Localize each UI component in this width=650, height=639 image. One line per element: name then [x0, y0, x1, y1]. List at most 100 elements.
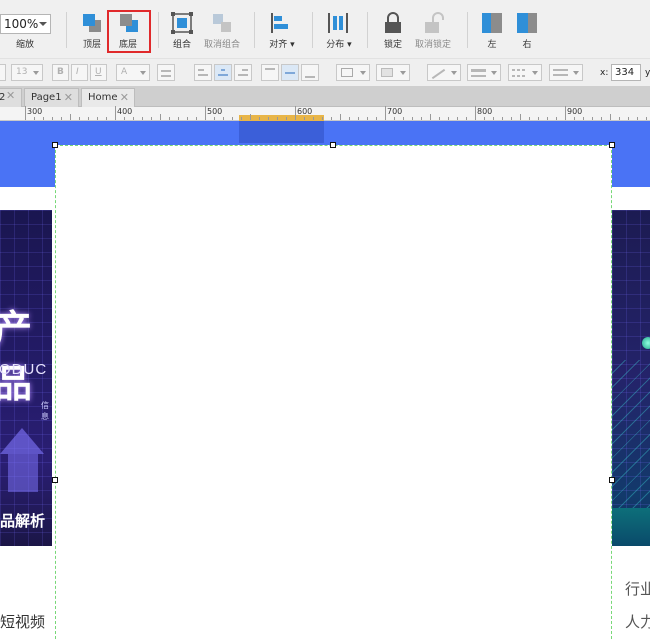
ruler-minor-tick: [367, 117, 368, 120]
ruler-major-tick: [475, 106, 476, 120]
ruler-label: 400: [117, 107, 133, 116]
close-icon[interactable]: ✕: [6, 89, 15, 102]
valign-middle-button[interactable]: [281, 64, 299, 81]
underline-icon: U: [95, 67, 102, 77]
align-text-left-button[interactable]: [194, 64, 212, 81]
ruler-minor-tick: [457, 117, 458, 120]
arrow-style-select[interactable]: [549, 64, 583, 81]
toolbar-divider: [66, 12, 67, 48]
line-style-select[interactable]: [508, 64, 542, 81]
ruler-minor-tick: [331, 117, 332, 120]
align-text-right-button[interactable]: [234, 64, 252, 81]
text-align-center-icon: [221, 69, 225, 71]
ruler-minor-tick: [196, 117, 197, 120]
banner-image-left: 产品 ODUC 信息 品解析: [0, 210, 52, 546]
text-align-left-icon: [198, 69, 204, 71]
text-align-left-icon: [198, 74, 208, 76]
banner-arrow-graphic: [0, 428, 44, 454]
toolbar-divider: [254, 12, 255, 48]
font-size-select[interactable]: 13: [11, 64, 43, 81]
ruler-minor-tick: [304, 117, 305, 120]
distribute-icon: [328, 13, 348, 33]
bullet-list-icon: [161, 70, 171, 72]
resize-handle-top[interactable]: [330, 142, 336, 148]
distribute-label: 分布 ▾: [326, 40, 352, 50]
design-canvas[interactable]: 产品 ODUC 信息 品解析 短视频 行业 人力: [0, 121, 650, 639]
font-color-select[interactable]: A: [116, 64, 150, 81]
bullet-list-button[interactable]: [157, 64, 175, 81]
ruler-minor-tick: [34, 117, 35, 120]
tab-home[interactable]: Home ✕: [81, 88, 135, 107]
content-text-right-2: 人力: [625, 613, 650, 631]
ruler-minor-tick: [412, 117, 413, 120]
x-coordinate-input[interactable]: 334: [611, 64, 641, 81]
close-icon[interactable]: ✕: [120, 89, 129, 106]
page-tab-bar: 2 Page1 ✕ Home ✕: [0, 86, 650, 107]
banner-caption: 信息: [41, 401, 49, 421]
underline-button[interactable]: U: [90, 64, 107, 81]
ruler-label: 700: [387, 107, 403, 116]
banner-subtitle: 品解析: [0, 512, 46, 530]
font-family-select[interactable]: [0, 64, 6, 81]
ruler-minor-tick: [628, 117, 629, 120]
tab-page1[interactable]: Page1 ✕: [24, 88, 79, 107]
arrow-style-icon: [553, 74, 568, 76]
banner-image-right: [612, 210, 650, 546]
selected-rectangle[interactable]: [55, 145, 612, 639]
ruler-minor-tick: [430, 114, 431, 120]
bold-button[interactable]: B: [52, 64, 69, 81]
align-label: 对齐 ▾: [269, 40, 295, 50]
resize-handle-top-right[interactable]: [609, 142, 615, 148]
shadow-icon: [381, 68, 393, 77]
line-width-select[interactable]: [467, 64, 501, 81]
ruler-minor-tick: [520, 114, 521, 120]
ruler-minor-tick: [574, 117, 575, 120]
ruler-minor-tick: [160, 114, 161, 120]
ruler-minor-tick: [358, 117, 359, 120]
banner-product-text: ODUC: [0, 361, 48, 378]
line-width-icon: [471, 69, 486, 72]
ruler-major-tick: [205, 106, 206, 120]
ruler-minor-tick: [88, 117, 89, 120]
unlock-label: 取消锁定: [414, 40, 452, 50]
ruler-minor-tick: [142, 117, 143, 120]
ruler-minor-tick: [214, 117, 215, 120]
bullet-list-icon: [161, 75, 171, 77]
ruler-minor-tick: [232, 117, 233, 120]
zoom-select[interactable]: 100%: [0, 14, 51, 34]
content-text-left: 短视频: [0, 613, 46, 631]
ruler-minor-tick: [268, 117, 269, 120]
toolbar-divider: [158, 12, 159, 48]
resize-handle-left[interactable]: [52, 477, 58, 483]
ruler-minor-tick: [592, 117, 593, 120]
format-toolbar: 13 B I U A x: 334 y: [0, 58, 650, 86]
fill-color-select[interactable]: [336, 64, 370, 81]
line-color-select[interactable]: [427, 64, 461, 81]
ruler-minor-tick: [376, 117, 377, 120]
lock-label: 锁定: [383, 40, 403, 50]
ruler-minor-tick: [340, 114, 341, 120]
align-text-center-button[interactable]: [214, 64, 232, 81]
valign-top-button[interactable]: [261, 64, 279, 81]
valign-bottom-button[interactable]: [301, 64, 319, 81]
ruler-minor-tick: [250, 114, 251, 120]
resize-handle-top-left[interactable]: [52, 142, 58, 148]
banner-arrow-graphic: [8, 454, 38, 492]
ruler-minor-tick: [610, 114, 611, 120]
italic-button[interactable]: I: [71, 64, 88, 81]
close-icon[interactable]: ✕: [64, 89, 73, 106]
lock-icon: [385, 12, 401, 33]
resize-handle-right[interactable]: [609, 477, 615, 483]
ruler-minor-tick: [169, 117, 170, 120]
ruler-major-tick: [385, 106, 386, 120]
ruler-minor-tick: [421, 117, 422, 120]
ruler-minor-tick: [43, 117, 44, 120]
ruler-major-tick: [115, 106, 116, 120]
ruler-minor-tick: [178, 117, 179, 120]
editor-window: 100% 缩放 顶层 底层 组合 取消组合 对齐 ▾ 分布 ▾ 锁定 取消锁定 …: [0, 0, 650, 639]
ruler-minor-tick: [466, 117, 467, 120]
banner-orb-graphic: [642, 337, 650, 349]
ruler-label: 600: [297, 107, 313, 116]
shadow-select[interactable]: [376, 64, 410, 81]
line-style-icon: [512, 75, 527, 77]
